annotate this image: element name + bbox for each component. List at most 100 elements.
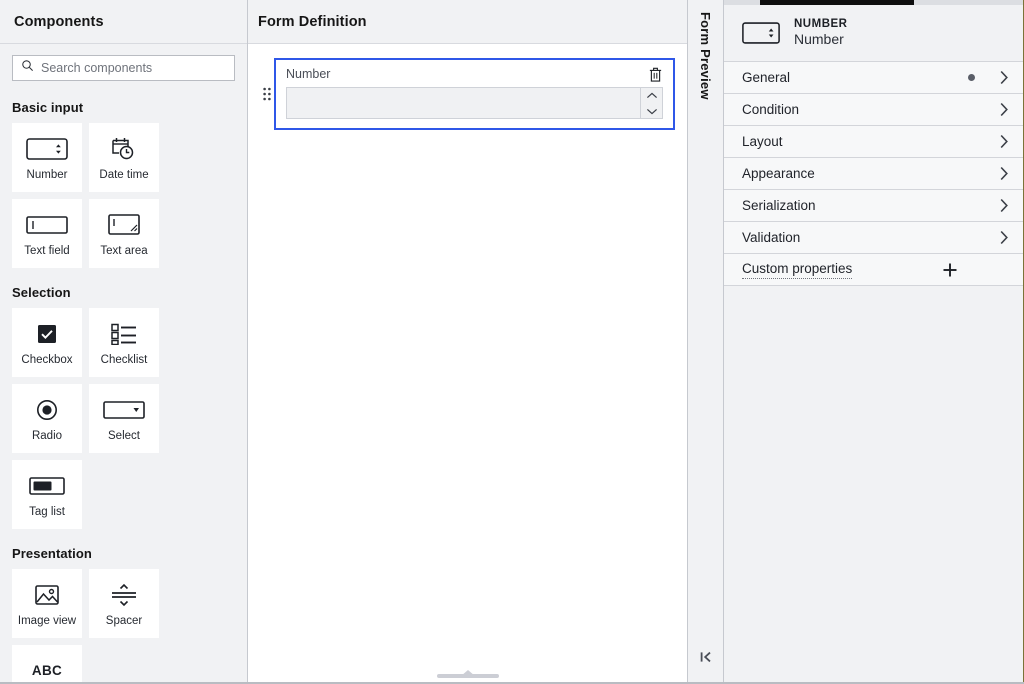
- component-card-text-area[interactable]: Text area: [89, 199, 159, 268]
- group-title-basic-input: Basic input: [12, 100, 84, 115]
- components-panel-header: Components: [0, 0, 247, 44]
- component-label: Radio: [31, 429, 63, 442]
- properties-tab-strip[interactable]: [724, 0, 1023, 5]
- accordion-label: Appearance: [742, 166, 815, 181]
- component-card-spacer[interactable]: Spacer: [89, 569, 159, 638]
- accordion-row-appearance[interactable]: Appearance: [724, 158, 1023, 190]
- component-label: Spacer: [105, 614, 143, 627]
- checkbox-icon: [37, 319, 57, 349]
- form-preview-label: Form Preview: [698, 12, 713, 100]
- component-card-checklist[interactable]: Checklist: [89, 308, 159, 377]
- properties-panel: NUMBER Number General Condition Layout A…: [724, 0, 1024, 684]
- component-card-text-field[interactable]: Text field: [12, 199, 82, 268]
- form-builder-app: Components Basic input: [0, 0, 1024, 684]
- form-canvas[interactable]: Number: [248, 44, 687, 684]
- number-input-group[interactable]: [286, 87, 663, 119]
- custom-properties-label[interactable]: Custom properties: [742, 260, 853, 280]
- accordion-label: Serialization: [742, 198, 816, 213]
- accordion-label: General: [742, 70, 791, 85]
- accordion-row-validation[interactable]: Validation: [724, 222, 1023, 254]
- accordion-row-serialization[interactable]: Serialization: [724, 190, 1023, 222]
- drag-handle-icon[interactable]: [260, 87, 274, 101]
- search-components-field[interactable]: [12, 55, 235, 81]
- component-card-image-view[interactable]: Image view: [12, 569, 82, 638]
- component-label: Image view: [17, 614, 77, 627]
- component-label: Text field: [24, 244, 70, 257]
- form-field-row: Number: [260, 58, 675, 130]
- image-icon: [35, 580, 59, 610]
- accordion-row-condition[interactable]: Condition: [724, 94, 1023, 126]
- collapse-panel-left-icon[interactable]: [699, 650, 713, 664]
- components-panel-title: Components: [14, 13, 104, 30]
- tag-list-icon: [29, 471, 65, 501]
- accordion-row-general[interactable]: General: [724, 62, 1023, 94]
- properties-panel-kicker: NUMBER: [794, 18, 848, 31]
- properties-panel-title: Number: [794, 31, 844, 48]
- plus-icon[interactable]: [942, 262, 958, 278]
- properties-panel-titles: NUMBER Number: [794, 17, 847, 49]
- modified-dot-indicator: [968, 74, 975, 81]
- component-card-select[interactable]: Select: [89, 384, 159, 453]
- form-preview-rail[interactable]: Form Preview: [688, 0, 724, 684]
- select-dropdown-icon: [103, 395, 145, 425]
- component-label: Select: [108, 429, 140, 442]
- number-field-header: Number: [286, 67, 663, 83]
- abc-text-icon: ABC: [31, 663, 63, 679]
- component-grid-basic-input: Number Date time Text field Text area: [12, 123, 235, 268]
- chevron-right-icon: [999, 102, 1009, 117]
- active-tab-indicator[interactable]: [760, 0, 914, 5]
- component-label: Checklist: [100, 353, 148, 366]
- component-card-number[interactable]: Number: [12, 123, 82, 192]
- text-field-icon: [26, 210, 68, 240]
- component-grid-presentation: Image view Spacer ABC: [12, 569, 235, 684]
- accordion-label: Condition: [742, 102, 800, 117]
- component-label: Date time: [99, 168, 149, 181]
- properties-panel-header: NUMBER Number: [724, 5, 1023, 62]
- component-label: Checkbox: [21, 353, 73, 366]
- form-definition-title: Form Definition: [258, 13, 367, 30]
- accordion-row-layout[interactable]: Layout: [724, 126, 1023, 158]
- number-spinner-icon: [742, 22, 780, 44]
- components-panel-body: Basic input Number: [0, 44, 247, 684]
- custom-properties-row: Custom properties: [724, 254, 1023, 286]
- accordion-label: Layout: [742, 134, 783, 149]
- component-card-text-view[interactable]: ABC Text view: [12, 645, 82, 684]
- search-icon: [21, 59, 34, 77]
- text-area-icon: [103, 210, 145, 240]
- canvas-resize-handle[interactable]: [248, 664, 687, 678]
- number-field-widget[interactable]: Number: [274, 58, 675, 130]
- chevron-right-icon: [999, 230, 1009, 245]
- component-card-radio[interactable]: Radio: [12, 384, 82, 453]
- component-label: Number: [26, 168, 68, 181]
- form-definition-header: Form Definition: [248, 0, 687, 44]
- component-label: Tag list: [29, 505, 65, 518]
- chevron-right-icon: [999, 166, 1009, 181]
- number-spinner-buttons: [640, 88, 662, 118]
- component-card-tag-list[interactable]: Tag list: [12, 460, 82, 529]
- chevron-down-icon[interactable]: [641, 103, 662, 118]
- properties-panel-filler: [724, 286, 1023, 684]
- radio-button-icon: [36, 395, 58, 425]
- number-input[interactable]: [287, 88, 640, 118]
- search-input[interactable]: [41, 61, 226, 75]
- component-label: Text area: [100, 244, 148, 257]
- number-field-label: Number: [286, 67, 331, 81]
- number-spinner-icon: [26, 134, 68, 164]
- components-panel: Components Basic input: [0, 0, 248, 684]
- component-card-checkbox[interactable]: Checkbox: [12, 308, 82, 377]
- form-definition-panel: Form Definition Number: [248, 0, 688, 684]
- checklist-icon: [111, 319, 137, 349]
- chevron-up-icon[interactable]: [641, 88, 662, 103]
- group-title-selection: Selection: [12, 285, 71, 300]
- spacer-icon: [109, 580, 139, 610]
- chevron-right-icon: [999, 134, 1009, 149]
- resize-handle-icon: [436, 674, 499, 678]
- accordion-label: Validation: [742, 230, 801, 245]
- trash-icon[interactable]: [648, 67, 663, 83]
- group-title-presentation: Presentation: [12, 546, 92, 561]
- component-grid-selection: Checkbox Checklist Radio Select Tag list: [12, 308, 235, 529]
- calendar-clock-icon: [110, 134, 138, 164]
- properties-accordion: General Condition Layout Appearance Seri…: [724, 62, 1023, 286]
- chevron-right-icon: [999, 70, 1009, 85]
- component-card-date-time[interactable]: Date time: [89, 123, 159, 192]
